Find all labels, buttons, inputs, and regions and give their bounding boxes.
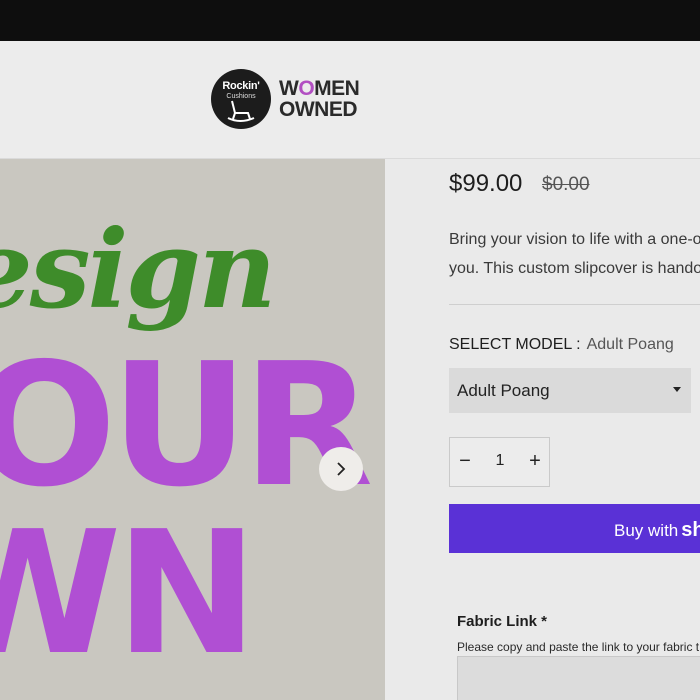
description-line1: Bring your vision to life with a one-o [449,231,700,248]
fabric-link-label: Fabric Link * [457,613,548,630]
logo-brand-line1: Rockin' [222,80,260,92]
rocking-chair-icon [227,100,255,122]
quantity-increase-button[interactable]: + [520,438,550,485]
product-description: Bring your vision to life with a one-o y… [449,225,700,283]
carousel-next-button[interactable] [319,447,363,491]
site-header: Rockin' Cushions WOMEN OWNED [0,41,700,159]
quantity-input[interactable]: 1 [485,452,515,470]
product-page: Rockin' Cushions WOMEN OWNED esign OUR W… [0,41,700,700]
compare-at-price: $0.00 [542,174,590,195]
model-dropdown[interactable]: Adult Poang [449,368,691,413]
quantity-stepper: − 1 + [449,437,550,487]
women-owned-badge: WOMEN OWNED [279,78,379,120]
section-divider [449,304,700,305]
hero-script-text: esign [0,207,277,333]
quantity-decrease-button[interactable]: − [450,438,480,485]
women-owned-line2: OWNED [279,98,358,121]
browser-top-bar [0,0,700,41]
shop-pay-logo: sh [681,519,700,541]
product-price: $99.00 [449,170,523,197]
buy-button-text: Buy with [614,521,679,540]
select-model-label: SELECT MODEL : Adult Poang [449,336,674,354]
rockin-cushions-logo[interactable]: Rockin' Cushions [211,69,271,129]
women-owned-o: O [298,77,315,100]
fabric-link-input[interactable] [457,656,700,700]
buy-button-label: Buy with sh [614,519,700,542]
buy-with-shop-pay-button[interactable]: Buy with sh [449,504,700,553]
model-dropdown-value: Adult Poang [457,381,550,400]
women-owned-men: MEN [314,77,360,100]
select-model-title: SELECT MODEL : [449,336,581,353]
fabric-link-help: Please copy and paste the link to your f… [457,640,700,654]
women-owned-w: W [279,77,299,100]
hero-headline-line2: WN [0,495,258,693]
caret-down-icon [673,387,681,392]
hero-headline-line1: OUR [0,327,373,525]
product-image-carousel[interactable]: esign OUR WN [0,159,385,700]
description-line2: you. This custom slipcover is hando [449,260,700,277]
women-owned-line1: WOMEN [279,78,379,99]
chevron-right-icon [337,462,346,476]
select-model-current: Adult Poang [586,336,674,353]
